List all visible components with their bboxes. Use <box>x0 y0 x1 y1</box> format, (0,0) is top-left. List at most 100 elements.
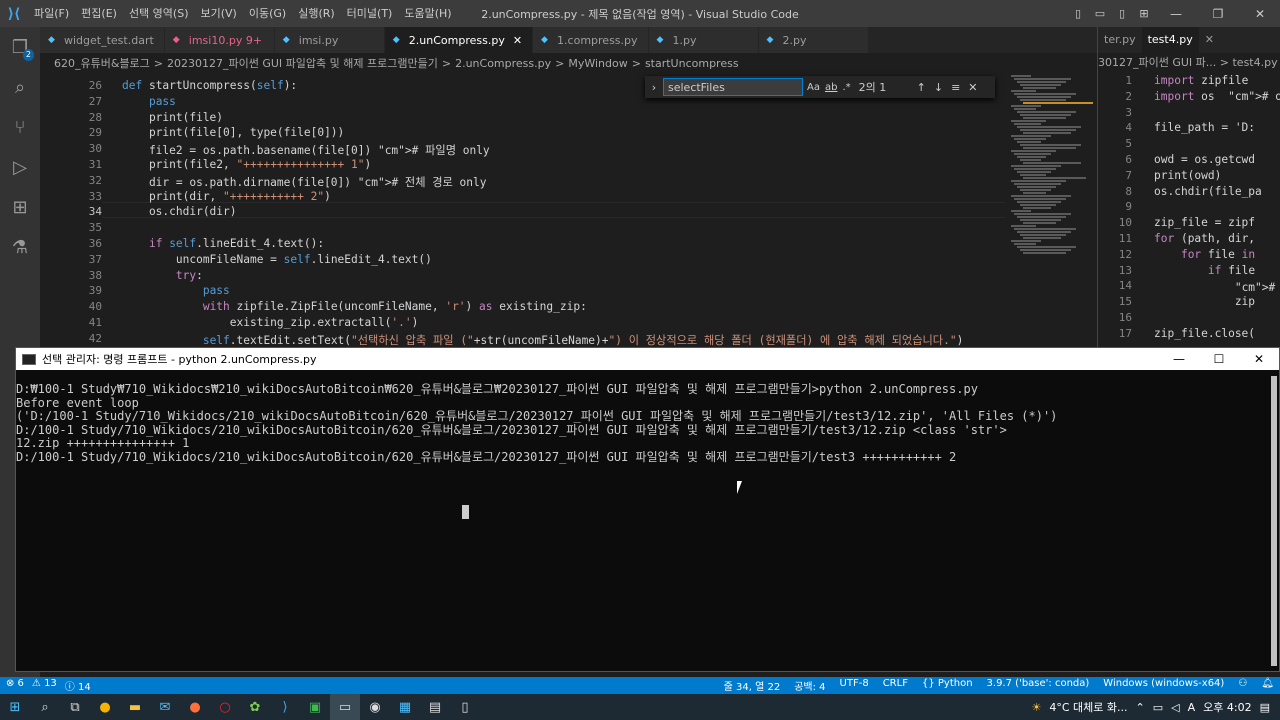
task-view-icon[interactable]: ⧉ <box>60 694 90 720</box>
next-match-icon[interactable]: ↓ <box>934 81 943 94</box>
regex-toggle[interactable]: .* <box>842 82 850 93</box>
close-find-icon[interactable]: ✕ <box>968 81 977 94</box>
cursor-position[interactable]: 줄 34, 열 22 <box>724 678 781 693</box>
previous-match-icon[interactable]: ↑ <box>917 81 926 94</box>
breadcrumb-item[interactable]: 620_유튜버&블로그 <box>54 55 150 71</box>
breadcrumb-item[interactable]: startUncompress <box>645 57 739 70</box>
network-icon[interactable]: ▭ <box>1153 701 1163 714</box>
line-number: 1 <box>1125 74 1132 87</box>
vscode-logo-icon[interactable]: ⟩⟨ <box>0 0 28 27</box>
editor-tab[interactable]: ◆ imsi.py <box>274 27 385 53</box>
breadcrumb-item[interactable]: MyWindow <box>568 57 627 70</box>
toggle-replace-icon[interactable]: › <box>645 81 663 94</box>
cmd-output-line: 12.zip +++++++++++++++ 1 <box>16 436 190 450</box>
python-interpreter[interactable]: 3.9.7 ('base': conda) <box>987 678 1090 693</box>
find-input[interactable]: selectFiles <box>663 78 803 96</box>
vscode-taskbar-icon[interactable]: ⟩ <box>270 694 300 720</box>
tray-chevron-icon[interactable]: ⌃ <box>1136 701 1145 714</box>
app3-icon[interactable]: ▦ <box>390 694 420 720</box>
weather-icon[interactable]: ☀ <box>1031 701 1041 714</box>
current-line-highlight <box>102 202 1005 218</box>
firefox-icon[interactable]: ● <box>180 694 210 720</box>
editor-tab[interactable]: ◆ imsi10.py 9+ <box>164 27 275 53</box>
editor-tab[interactable]: ter.py <box>1098 27 1142 53</box>
menu-item[interactable]: 파일(F) <box>28 7 75 20</box>
menu-item[interactable]: 도움말(H) <box>398 7 457 20</box>
command-prompt-window[interactable]: 선택 관리자: 명령 프롬프트 - python 2.unCompress.py… <box>15 347 1280 672</box>
file-explorer-icon[interactable]: ▬ <box>120 694 150 720</box>
language-mode[interactable]: {} Python <box>922 678 973 693</box>
cmd-scroll-thumb[interactable] <box>1271 376 1277 666</box>
search-icon[interactable]: ⌕ <box>0 67 40 107</box>
source-control-icon[interactable]: ⑂ <box>0 107 40 147</box>
opera-icon[interactable]: ○ <box>210 694 240 720</box>
cmd-close-button[interactable]: ✕ <box>1239 348 1279 370</box>
match-word-toggle[interactable]: ab <box>825 82 837 93</box>
layout-secondary-icon[interactable]: ▯ <box>1112 7 1132 20</box>
indentation[interactable]: 공백: 4 <box>794 678 825 693</box>
warnings-count[interactable]: ⚠ 13 <box>32 678 57 693</box>
menu-item[interactable]: 편집(E) <box>75 7 123 20</box>
minimap[interactable] <box>1005 73 1097 348</box>
match-case-toggle[interactable]: Aa <box>807 82 820 93</box>
encoding[interactable]: UTF-8 <box>840 678 869 693</box>
python-file-icon: ◆ <box>392 35 400 45</box>
menu-item[interactable]: 실행(R) <box>292 7 340 20</box>
code-editor[interactable]: 26 def startUncompress(self): 27 pass 28 pr… <box>40 73 1005 348</box>
breadcrumb-item[interactable]: 2.unCompress.py <box>455 57 551 70</box>
editor-tab[interactable]: ◆ 2.py <box>758 27 869 53</box>
line-number: 5 <box>1125 137 1132 151</box>
notifications-icon[interactable]: 🔔︎ <box>1261 678 1274 693</box>
app-icon[interactable]: ✿ <box>240 694 270 720</box>
extensions-icon[interactable]: ⊞ <box>0 187 40 227</box>
editor-tab[interactable]: ◆ 1.py <box>648 27 759 53</box>
app4-icon[interactable]: ▤ <box>420 694 450 720</box>
explorer-icon[interactable]: ❐ 2 <box>0 27 40 67</box>
line-ending[interactable]: CRLF <box>883 678 908 693</box>
right-editor-group: ter.py test4.py ✕ 30127_파이썬 GUI 파... > tes… <box>1097 27 1280 350</box>
notification-center-icon[interactable]: ▤ <box>1260 701 1270 714</box>
testing-icon[interactable]: ⚗ <box>0 227 40 267</box>
menu-item[interactable]: 선택 영역(S) <box>123 7 195 20</box>
editor-tab[interactable]: ◆ widget_test.dart <box>40 27 165 53</box>
chrome-icon[interactable]: ● <box>90 694 120 720</box>
editor-tab[interactable]: test4.py <box>1141 27 1199 53</box>
cmd-scrollbar[interactable] <box>1269 370 1279 671</box>
layout-sidebar-icon[interactable]: ▯ <box>1068 7 1088 20</box>
weather-text[interactable]: 4°C 대체로 화... <box>1049 699 1127 715</box>
clock[interactable]: 오후 4:02 <box>1203 699 1251 715</box>
app2-icon[interactable]: ▣ <box>300 694 330 720</box>
info-count[interactable]: ⓘ 14 <box>65 678 91 693</box>
breadcrumb-item[interactable]: 20230127_파이썬 GUI 파일압축 및 해제 프로그램만들기 <box>167 55 438 71</box>
notepad-icon[interactable]: ▯ <box>450 694 480 720</box>
feedback-icon[interactable]: ⚇ <box>1238 678 1247 693</box>
menu-item[interactable]: 터미널(T) <box>341 7 399 20</box>
mail-icon[interactable]: ✉ <box>150 694 180 720</box>
close-tab-icon[interactable]: ✕ <box>513 34 522 47</box>
minimize-button[interactable]: — <box>1156 7 1196 21</box>
close-tab-icon[interactable]: ✕ <box>1199 27 1220 53</box>
volume-icon[interactable]: ◁ <box>1171 701 1179 714</box>
cmd-taskbar-icon[interactable]: ▭ <box>330 694 360 720</box>
obs-icon[interactable]: ◉ <box>360 694 390 720</box>
editor-tab[interactable]: ◆ 1.compress.py <box>533 27 649 53</box>
close-window-button[interactable]: ✕ <box>1240 7 1280 21</box>
restore-button[interactable]: ❐ <box>1198 7 1238 21</box>
cmd-maximize-button[interactable]: ☐ <box>1199 348 1239 370</box>
run-debug-icon[interactable]: ▷ <box>0 147 40 187</box>
minimap-line <box>1011 75 1031 77</box>
ime-indicator[interactable]: A <box>1188 701 1196 714</box>
find-widget: › selectFiles Aa ab .* 2의 1 ↑ ↓ ≡ ✕ <box>645 76 995 98</box>
errors-count[interactable]: ⊗ 6 <box>6 678 24 693</box>
windows-start-icon[interactable]: ⊞ <box>0 694 30 720</box>
find-in-selection-icon[interactable]: ≡ <box>951 81 960 94</box>
platform[interactable]: Windows (windows-x64) <box>1103 678 1224 693</box>
search-icon[interactable]: ⌕ <box>30 694 60 720</box>
cmd-title-bar[interactable]: 선택 관리자: 명령 프롬프트 - python 2.unCompress.py… <box>16 348 1279 370</box>
menu-item[interactable]: 보기(V) <box>194 7 242 20</box>
cmd-minimize-button[interactable]: — <box>1159 348 1199 370</box>
layout-panel-icon[interactable]: ▭ <box>1090 7 1110 20</box>
editor-tab[interactable]: ◆ 2.unCompress.py ✕ <box>384 27 534 53</box>
customize-layout-icon[interactable]: ⊞ <box>1134 7 1154 20</box>
menu-item[interactable]: 이동(G) <box>243 7 292 20</box>
